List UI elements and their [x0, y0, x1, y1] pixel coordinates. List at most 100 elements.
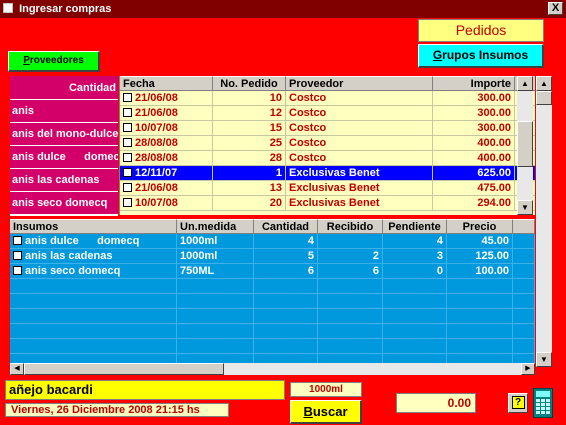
table-row[interactable]: anis seco domecq 750ML 6 6 0 100.00: [10, 264, 535, 279]
cell-importe: 400.00: [433, 136, 515, 150]
fecha-text: 21/06/08: [135, 92, 178, 104]
insumos-list[interactable]: Cantidad anis anis del mono-dulce anis d…: [10, 76, 118, 216]
table-row-empty: [10, 309, 535, 324]
arrow-right-icon[interactable]: ▶: [521, 363, 535, 375]
list-item[interactable]: anis dulce domec: [10, 146, 118, 169]
column-precio[interactable]: Precio: [447, 219, 513, 233]
pedidos-label: Pedidos: [418, 19, 544, 42]
row-checkbox[interactable]: [123, 167, 132, 177]
insumos-list-header: Cantidad: [10, 76, 118, 100]
row-checkbox[interactable]: [123, 182, 132, 192]
list-item[interactable]: anis las cadenas: [10, 169, 118, 192]
orders-scrollbar[interactable]: ▲ ▼: [517, 76, 533, 215]
list-item[interactable]: anis del mono-dulce: [10, 123, 118, 146]
cell-recibido: [318, 234, 383, 248]
cell-proveedor: Costco: [286, 151, 433, 165]
cell-precio: 125.00: [447, 249, 513, 263]
arrow-down-icon[interactable]: ▼: [517, 200, 533, 215]
details-grid[interactable]: Insumos Un.medida Cantidad Recibido Pend…: [10, 219, 535, 363]
close-button[interactable]: X: [548, 2, 563, 15]
column-extra: [513, 219, 535, 233]
column-no-pedido[interactable]: No. Pedido: [213, 76, 286, 90]
cell-extra: [513, 249, 535, 263]
row-checkbox[interactable]: [13, 250, 22, 260]
calculator-icon[interactable]: [533, 388, 553, 418]
proveedores-button[interactable]: Proveedores: [8, 51, 100, 72]
hscroll-thumb[interactable]: [24, 363, 224, 375]
orders-scroll-thumb[interactable]: [517, 121, 533, 167]
product-field[interactable]: añejo bacardi: [5, 380, 285, 400]
buscar-button[interactable]: Buscar: [290, 400, 362, 424]
row-checkbox[interactable]: [123, 152, 132, 162]
row-checkbox[interactable]: [123, 92, 132, 102]
table-row[interactable]: 21/06/08 12 Costco 300.00: [120, 106, 535, 121]
grupos-insumos-button[interactable]: Grupos Insumos: [418, 44, 544, 68]
column-proveedor[interactable]: Proveedor: [286, 76, 433, 90]
cell-pedido: 10: [213, 91, 286, 105]
main-scroll-thumb[interactable]: [536, 91, 552, 105]
details-hscrollbar[interactable]: ◀ ▶: [10, 363, 535, 375]
buscar-label: uscar: [312, 404, 348, 419]
arrow-down-icon[interactable]: ▼: [536, 352, 552, 367]
fecha-text: 10/07/08: [135, 197, 178, 209]
cell-fecha: 21/06/08: [120, 91, 213, 105]
table-row-empty: [10, 339, 535, 354]
cell-proveedor: Exclusivas Benet: [286, 181, 433, 195]
table-row[interactable]: 28/08/08 25 Costco 400.00: [120, 136, 535, 151]
fecha-text: 28/08/08: [135, 152, 178, 164]
cell-pedido: 12: [213, 106, 286, 120]
cell-um: 750ML: [177, 264, 254, 278]
table-row[interactable]: 10/07/08 20 Exclusivas Benet 294.00: [120, 196, 535, 211]
column-cantidad[interactable]: Cantidad: [254, 219, 318, 233]
proveedores-accel: P: [23, 55, 30, 66]
table-row-empty: [10, 279, 535, 294]
cell-proveedor: Costco: [286, 136, 433, 150]
table-row-selected[interactable]: 12/11/07 1 Exclusivas Benet 625.00: [120, 166, 535, 181]
orders-header: Fecha No. Pedido Proveedor Importe: [120, 76, 535, 91]
column-unidad-medida[interactable]: Un.medida: [177, 219, 254, 233]
column-fecha[interactable]: Fecha: [120, 76, 213, 90]
cell-um: 1000ml: [177, 234, 254, 248]
row-checkbox[interactable]: [13, 235, 22, 245]
cell-proveedor: Costco: [286, 106, 433, 120]
table-row[interactable]: 10/07/08 15 Costco 300.00: [120, 121, 535, 136]
cell-fecha: 10/07/08: [120, 196, 213, 210]
orders-grid[interactable]: Fecha No. Pedido Proveedor Importe 21/06…: [119, 76, 535, 215]
table-row[interactable]: 21/06/08 10 Costco 300.00: [120, 91, 535, 106]
cell-insumo: anis seco domecq: [10, 264, 177, 278]
arrow-left-icon[interactable]: ◀: [10, 363, 24, 375]
cell-extra: [513, 264, 535, 278]
cell-importe: 300.00: [433, 121, 515, 135]
table-row[interactable]: anis las cadenas 1000ml 5 2 3 125.00: [10, 249, 535, 264]
insumo-text: anis dulce domecq: [25, 235, 140, 247]
table-row[interactable]: 21/06/08 13 Exclusivas Benet 475.00: [120, 181, 535, 196]
column-insumos[interactable]: Insumos: [10, 219, 177, 233]
list-item[interactable]: anis: [10, 100, 118, 123]
cell-importe: 625.00: [433, 166, 515, 180]
column-recibido[interactable]: Recibido: [318, 219, 383, 233]
row-checkbox[interactable]: [123, 107, 132, 117]
row-checkbox[interactable]: [123, 197, 132, 207]
row-checkbox[interactable]: [13, 265, 22, 275]
fecha-text: 21/06/08: [135, 107, 178, 119]
cell-cantidad: 4: [254, 234, 318, 248]
cell-proveedor: Exclusivas Benet: [286, 196, 433, 210]
cell-pendiente: 0: [383, 264, 447, 278]
row-checkbox[interactable]: [123, 122, 132, 132]
table-row[interactable]: 28/08/08 28 Costco 400.00: [120, 151, 535, 166]
window-title: Ingresar compras: [19, 3, 112, 15]
table-row[interactable]: anis dulce domecq 1000ml 4 4 45.00: [10, 234, 535, 249]
cell-recibido: 2: [318, 249, 383, 263]
cell-pendiente: 3: [383, 249, 447, 263]
column-pendiente[interactable]: Pendiente: [383, 219, 447, 233]
column-importe[interactable]: Importe: [433, 76, 515, 90]
help-button[interactable]: ?: [508, 393, 528, 413]
arrow-up-icon[interactable]: ▲: [536, 76, 552, 91]
arrow-up-icon[interactable]: ▲: [517, 76, 533, 91]
row-checkbox[interactable]: [123, 137, 132, 147]
total-field: 0.00: [396, 393, 476, 413]
list-item[interactable]: anis seco domecq: [10, 192, 118, 215]
fecha-text: 12/11/07: [135, 167, 178, 179]
cell-fecha: 21/06/08: [120, 181, 213, 195]
main-scrollbar[interactable]: ▲ ▼: [536, 76, 552, 367]
